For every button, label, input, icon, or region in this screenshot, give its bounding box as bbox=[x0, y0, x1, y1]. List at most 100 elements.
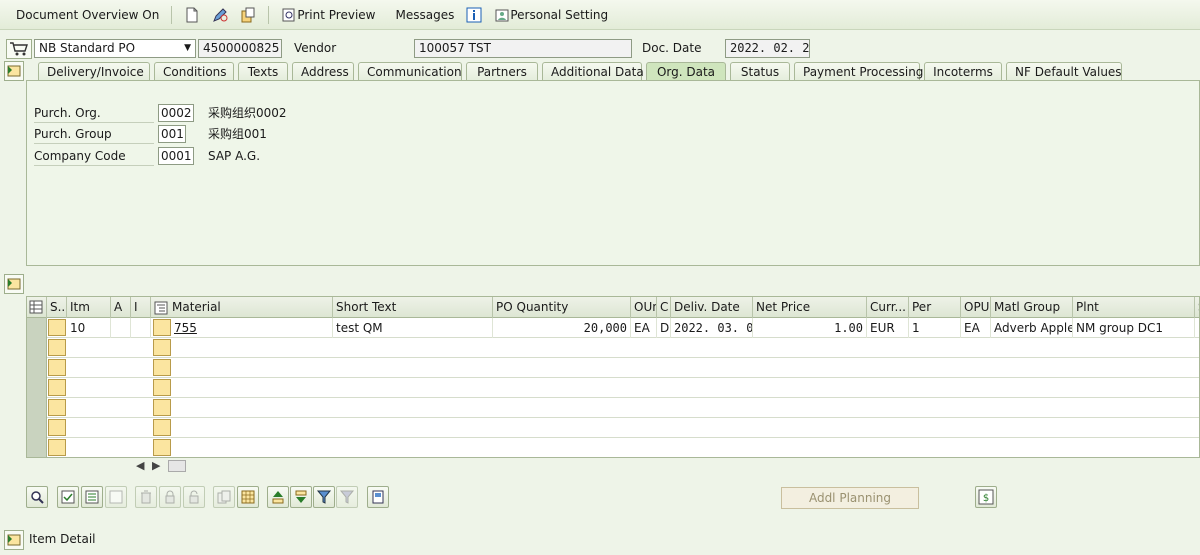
status-input[interactable] bbox=[48, 359, 66, 376]
select-all-icon[interactable] bbox=[27, 297, 47, 318]
cell-short-text[interactable]: test QM bbox=[333, 318, 493, 338]
personal-setting-button[interactable]: Personal Setting bbox=[488, 4, 614, 26]
horizontal-scrollbar[interactable]: ◀ ▶ bbox=[130, 459, 1200, 473]
po-number-field[interactable]: 4500000825 bbox=[198, 39, 282, 58]
item-detail-label[interactable]: Item Detail bbox=[29, 530, 95, 549]
row-selector[interactable] bbox=[27, 398, 47, 418]
status-input[interactable] bbox=[48, 439, 66, 456]
cell-oun[interactable]: EA bbox=[631, 318, 657, 338]
tab-address[interactable]: Address bbox=[292, 62, 354, 81]
remove-filter-button[interactable] bbox=[336, 486, 358, 508]
table-row[interactable] bbox=[27, 378, 1199, 398]
tab-texts[interactable]: Texts bbox=[238, 62, 288, 81]
material-input-box[interactable] bbox=[153, 319, 171, 336]
vendor-field[interactable]: 100057 TST bbox=[414, 39, 632, 58]
row-selector[interactable] bbox=[27, 338, 47, 358]
cell-a[interactable] bbox=[111, 318, 131, 338]
table-row[interactable] bbox=[27, 358, 1199, 378]
tab-conditions[interactable]: Conditions bbox=[154, 62, 234, 81]
material-input-box[interactable] bbox=[153, 339, 171, 356]
cell-plant[interactable]: NM group DC1 bbox=[1073, 318, 1195, 338]
col-header-s[interactable]: S bbox=[1195, 297, 1199, 318]
print-preview-button[interactable]: Print Preview bbox=[275, 4, 381, 26]
scroll-thumb[interactable] bbox=[168, 460, 186, 472]
col-header-opu[interactable]: OPU bbox=[961, 297, 991, 318]
tab-payment-processing[interactable]: Payment Processing bbox=[794, 62, 923, 81]
col-header-plant[interactable]: Plnt bbox=[1073, 297, 1195, 318]
table-row[interactable] bbox=[27, 418, 1199, 438]
cell-currency[interactable]: EUR bbox=[867, 318, 909, 338]
expand-item-detail-icon[interactable] bbox=[4, 530, 24, 550]
new-document-icon[interactable] bbox=[178, 4, 206, 26]
cell-po-quantity[interactable]: 20,000 bbox=[493, 318, 631, 338]
cell-item[interactable]: 10 bbox=[67, 318, 111, 338]
sort-descending-button[interactable] bbox=[290, 486, 312, 508]
shopping-cart-icon[interactable] bbox=[6, 39, 32, 59]
filter-button[interactable] bbox=[313, 486, 335, 508]
row-selector[interactable] bbox=[27, 378, 47, 398]
cell-c[interactable]: D bbox=[657, 318, 671, 338]
cell-deliv-date[interactable]: 2022. 03. 01 bbox=[671, 318, 753, 338]
col-header-a[interactable]: A bbox=[111, 297, 131, 318]
row-selector[interactable] bbox=[27, 418, 47, 438]
scroll-right-icon[interactable]: ▶ bbox=[152, 459, 160, 472]
col-header-matl-group[interactable]: Matl Group bbox=[991, 297, 1073, 318]
tab-delivery-invoice[interactable]: Delivery/Invoice bbox=[38, 62, 150, 81]
tab-status[interactable]: Status bbox=[730, 62, 790, 81]
status-input[interactable] bbox=[48, 379, 66, 396]
addl-planning-button[interactable]: Addl Planning bbox=[781, 487, 919, 509]
purch-org-field[interactable]: 0002 bbox=[158, 104, 194, 122]
cell-opu[interactable]: EA bbox=[961, 318, 991, 338]
cell-matl-group[interactable]: Adverb Apple bbox=[991, 318, 1073, 338]
col-header-currency[interactable]: Curr... bbox=[867, 297, 909, 318]
material-input-box[interactable] bbox=[153, 419, 171, 436]
row-selector[interactable] bbox=[27, 318, 47, 338]
tab-nf-default-values[interactable]: NF Default Values bbox=[1006, 62, 1122, 81]
sort-ascending-button[interactable] bbox=[267, 486, 289, 508]
status-input[interactable] bbox=[48, 319, 66, 336]
col-header-per[interactable]: Per bbox=[909, 297, 961, 318]
row-selector[interactable] bbox=[27, 438, 47, 457]
status-input[interactable] bbox=[48, 339, 66, 356]
row-selector[interactable] bbox=[27, 358, 47, 378]
col-header-item[interactable]: Itm bbox=[67, 297, 111, 318]
tab-org-data[interactable]: Org. Data bbox=[646, 62, 726, 81]
copy-button[interactable] bbox=[213, 486, 235, 508]
col-header-status[interactable]: S.. bbox=[47, 297, 67, 318]
col-header-material[interactable]: Material bbox=[151, 297, 333, 318]
deselect-all-button[interactable] bbox=[105, 486, 127, 508]
collapse-items-icon[interactable] bbox=[4, 274, 24, 294]
col-header-c[interactable]: C bbox=[657, 297, 671, 318]
cell-s[interactable]: I bbox=[1195, 318, 1199, 338]
currency-convert-button[interactable]: $ bbox=[975, 486, 997, 508]
scroll-left-icon[interactable]: ◀ bbox=[136, 459, 144, 472]
document-overview-button[interactable]: Document Overview On bbox=[10, 4, 165, 26]
material-input-box[interactable] bbox=[153, 379, 171, 396]
status-input[interactable] bbox=[48, 419, 66, 436]
col-header-po-quantity[interactable]: PO Quantity bbox=[493, 297, 631, 318]
company-code-field[interactable]: 0001 bbox=[158, 147, 194, 165]
col-header-net-price[interactable]: Net Price bbox=[753, 297, 867, 318]
info-icon[interactable] bbox=[460, 4, 488, 26]
dropdown-arrow-icon[interactable]: ▼ bbox=[184, 40, 191, 57]
tab-incoterms[interactable]: Incoterms bbox=[924, 62, 1002, 81]
select-all-button[interactable] bbox=[57, 486, 79, 508]
unblock-button[interactable] bbox=[183, 486, 205, 508]
collapse-header-icon[interactable] bbox=[4, 61, 24, 81]
table-row[interactable]: 10 755 test QM 20,000 EA D 2022. 03. 01 … bbox=[27, 318, 1199, 338]
col-header-oun[interactable]: OUn bbox=[631, 297, 657, 318]
table-row[interactable] bbox=[27, 338, 1199, 358]
status-input[interactable] bbox=[48, 399, 66, 416]
paste-button[interactable] bbox=[237, 486, 259, 508]
table-row[interactable] bbox=[27, 438, 1199, 457]
material-input-box[interactable] bbox=[153, 359, 171, 376]
material-input-box[interactable] bbox=[153, 439, 171, 456]
copy-icon[interactable] bbox=[234, 4, 262, 26]
cell-material[interactable]: 755 bbox=[171, 318, 333, 338]
col-header-short-text[interactable]: Short Text bbox=[333, 297, 493, 318]
col-header-i[interactable]: I bbox=[131, 297, 151, 318]
block-button[interactable] bbox=[159, 486, 181, 508]
messages-button[interactable]: Messages bbox=[389, 4, 460, 26]
purch-group-field[interactable]: 001 bbox=[158, 125, 186, 143]
tab-partners[interactable]: Partners bbox=[466, 62, 538, 81]
